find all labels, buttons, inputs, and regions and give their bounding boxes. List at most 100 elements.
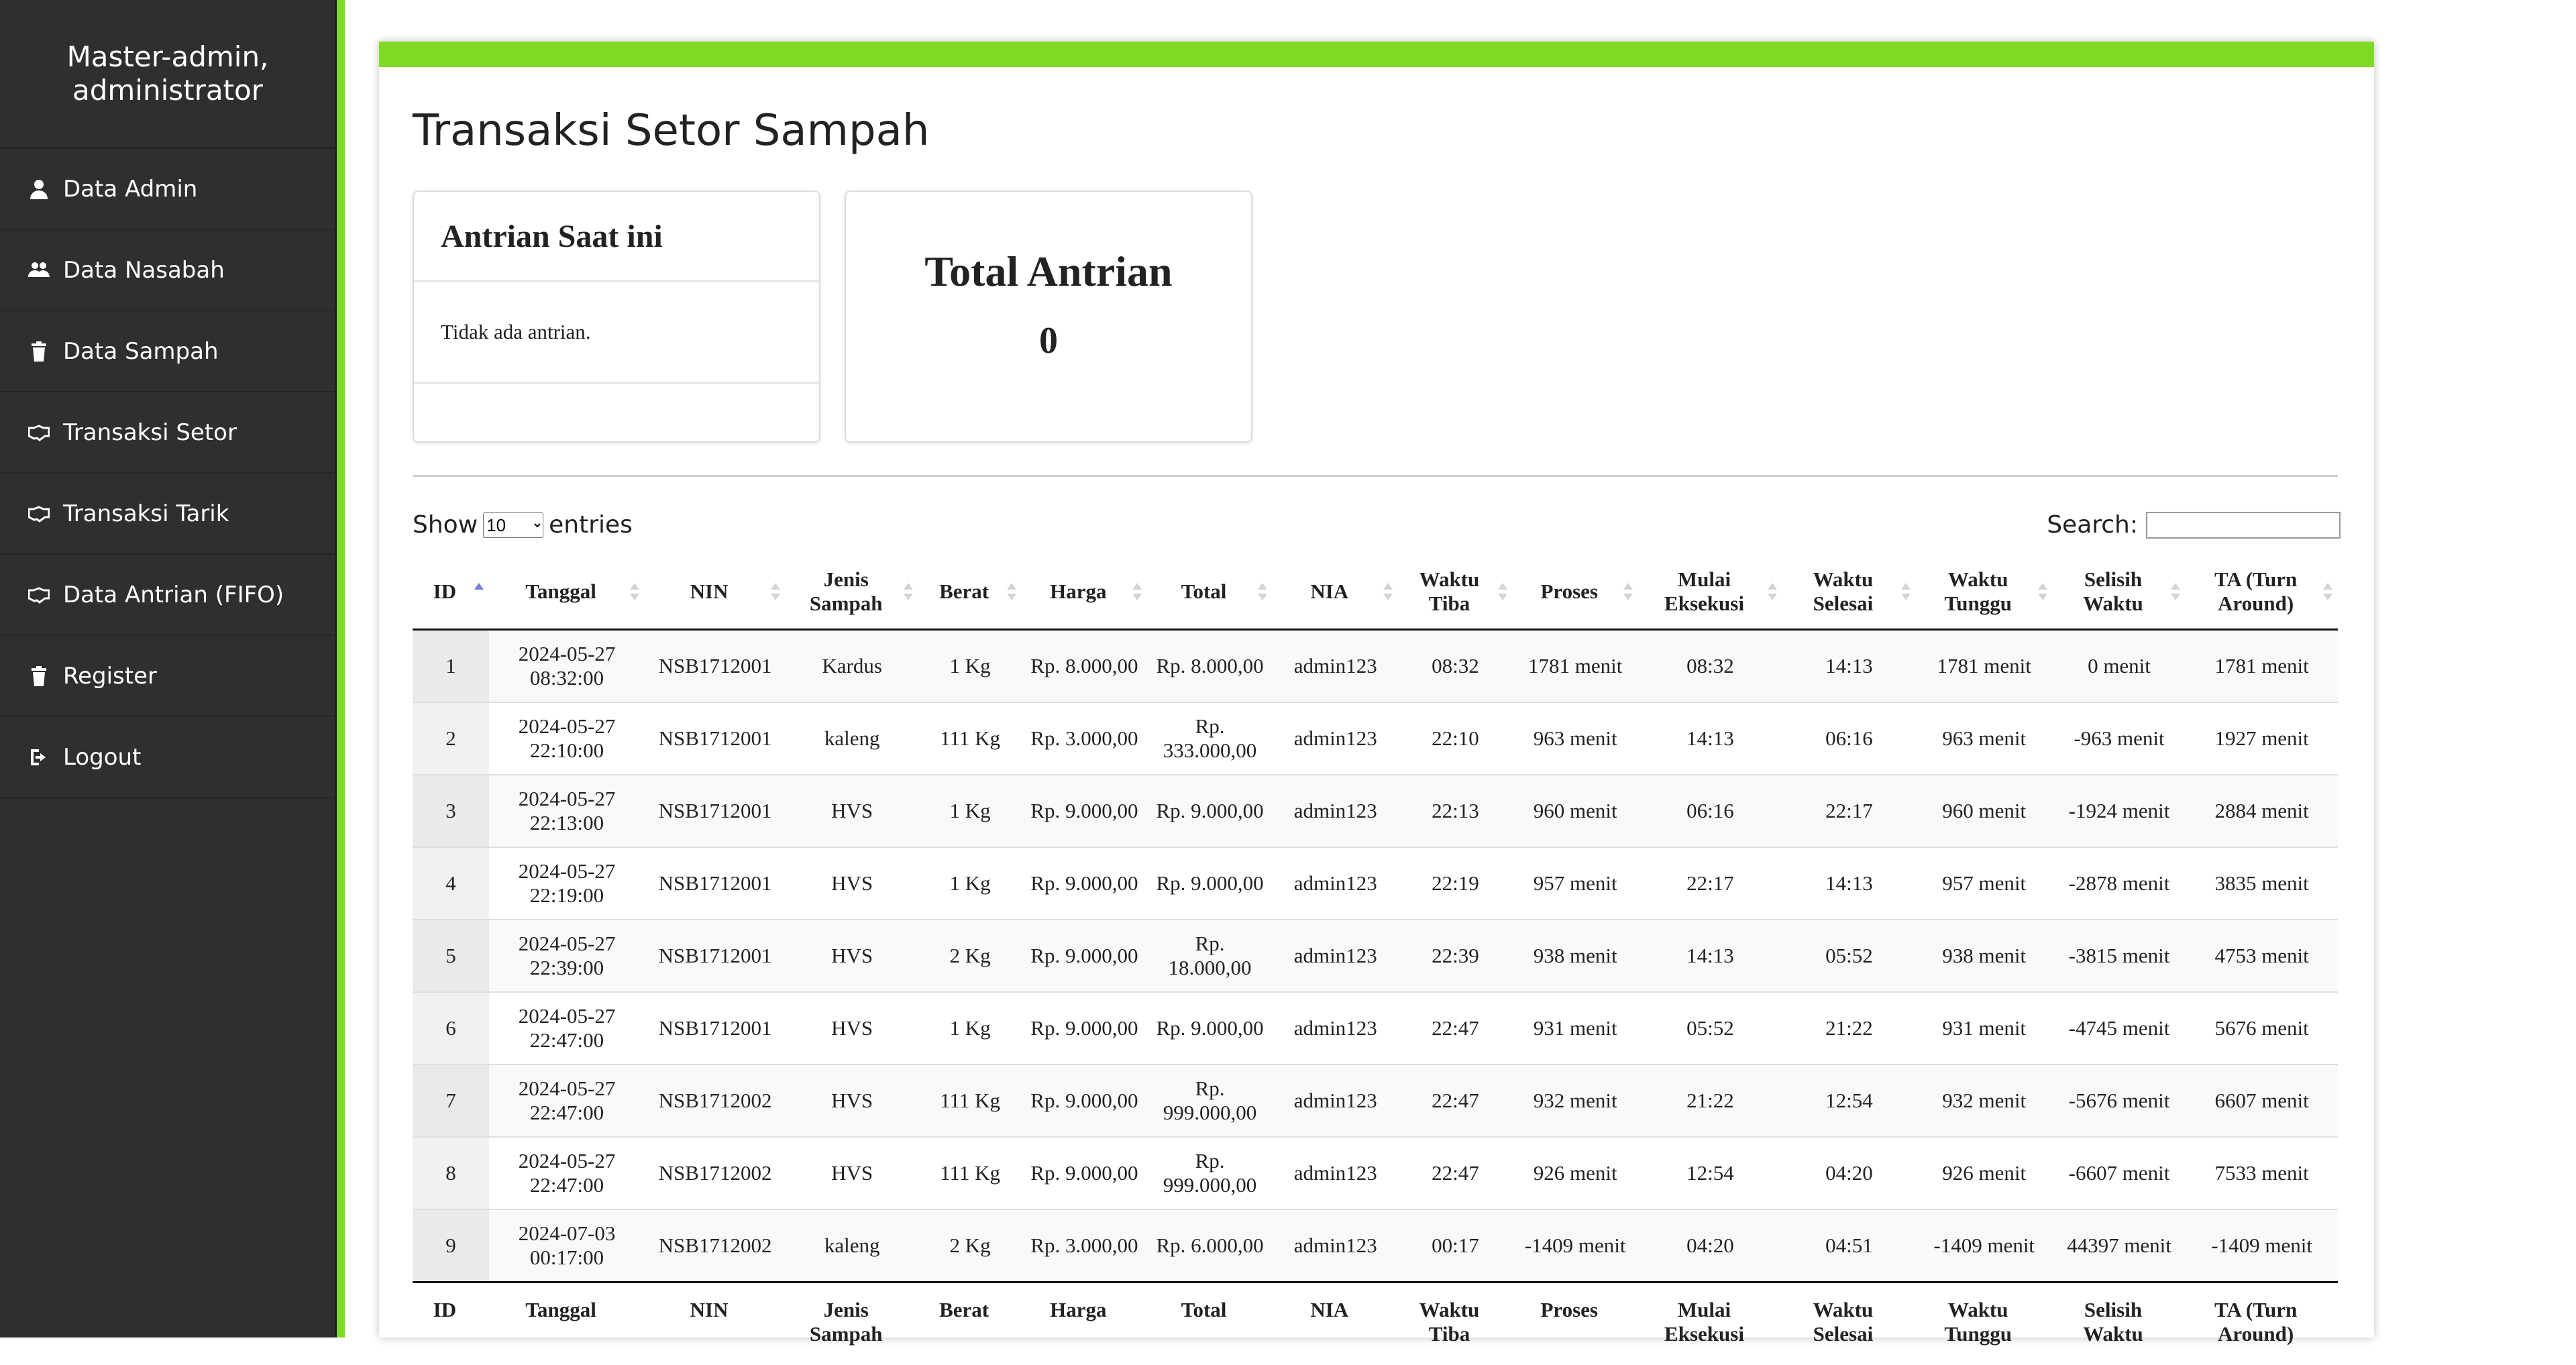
column-header-label: Jenis Sampah <box>810 567 883 615</box>
sidebar-item-logout[interactable]: Logout <box>0 717 335 798</box>
table-cell: 7 <box>413 1064 489 1137</box>
table-row[interactable]: 12024-05-27 08:32:00NSB1712001Kardus1 Kg… <box>413 630 2338 703</box>
column-header-nia[interactable]: NIA <box>1273 555 1398 630</box>
table-cell: NSB1712001 <box>645 992 786 1064</box>
table-footer-row: IDTanggalNINJenis SampahBeratHargaTotalN… <box>413 1282 2338 1365</box>
table-cell: 04:20 <box>1782 1137 1915 1209</box>
column-header-label: NIA <box>1310 1298 1348 1321</box>
column-header-label: ID <box>433 580 456 603</box>
sort-both-icon <box>771 583 780 600</box>
column-header-waktu-selesai[interactable]: Waktu Selesai <box>1782 555 1915 630</box>
column-header-label: Proses <box>1540 580 1598 603</box>
show-entries-control: Show 10 entries <box>413 511 633 539</box>
search-label: Search: <box>2047 511 2138 539</box>
column-header-label: Mulai Eksekusi <box>1664 1298 1744 1346</box>
column-header-waktu-tiba[interactable]: Waktu Tiba <box>1398 555 1512 630</box>
table-cell: 957 menit <box>1916 847 2053 920</box>
column-header-jenis-sampah[interactable]: Jenis Sampah <box>786 555 918 630</box>
column-footer-id: ID <box>413 1282 489 1365</box>
table-cell: Rp. 999.000,00 <box>1147 1137 1273 1209</box>
sidebar-item-label: Data Admin <box>63 176 197 203</box>
table-cell: -4745 menit <box>2053 992 2186 1064</box>
page-size-select[interactable]: 10 <box>483 512 543 538</box>
search-input[interactable] <box>2146 512 2341 539</box>
column-header-label: TA (Turn Around) <box>2214 1298 2297 1346</box>
column-header-label: Waktu Selesai <box>1813 567 1874 615</box>
table-cell: 22:19 <box>1398 847 1512 920</box>
table-cell: HVS <box>786 775 918 847</box>
table-cell: 22:17 <box>1638 847 1782 920</box>
table-cell: -5676 menit <box>2053 1064 2186 1137</box>
table-row[interactable]: 92024-07-03 00:17:00NSB1712002kaleng2 Kg… <box>413 1209 2338 1282</box>
table-cell: 2024-05-27 22:19:00 <box>489 847 645 920</box>
column-footer-nia: NIA <box>1273 1282 1398 1365</box>
sort-both-icon <box>1768 583 1777 600</box>
sidebar-item-data-admin[interactable]: Data Admin <box>0 149 335 230</box>
table-row[interactable]: 72024-05-27 22:47:00NSB1712002HVS111 KgR… <box>413 1064 2338 1137</box>
current-queue-title: Antrian Saat ini <box>414 192 819 282</box>
table-header-row: ID TanggalNIN Jenis Sampah BeratHargaTotal N… <box>413 555 2338 630</box>
column-header-harga[interactable]: Harga <box>1022 555 1147 630</box>
column-header-ta-turn-around[interactable]: TA (Turn Around) <box>2186 555 2338 630</box>
sort-both-icon <box>1383 583 1393 600</box>
sidebar-item-data-sampah[interactable]: Data Sampah <box>0 311 335 392</box>
column-header-mulai-eksekusi[interactable]: Mulai Eksekusi <box>1638 555 1782 630</box>
column-header-berat[interactable]: Berat <box>918 555 1021 630</box>
sidebar-item-transaksi-setor[interactable]: Transaksi Setor <box>0 392 335 474</box>
table-cell: HVS <box>786 1137 918 1209</box>
table-cell: admin123 <box>1273 702 1398 775</box>
column-header-nin[interactable]: NIN <box>645 555 786 630</box>
sort-both-icon <box>1132 583 1142 600</box>
table-row[interactable]: 52024-05-27 22:39:00NSB1712001HVS2 KgRp.… <box>413 920 2338 992</box>
column-header-label: Mulai Eksekusi <box>1664 567 1744 615</box>
sort-both-icon <box>1258 583 1267 600</box>
table-cell: 931 menit <box>1916 992 2053 1064</box>
column-header-id[interactable]: ID <box>413 555 489 630</box>
table-cell: 3835 menit <box>2186 847 2338 920</box>
search-control: Search: <box>2047 511 2341 539</box>
table-cell: 960 menit <box>1916 775 2053 847</box>
sidebar-item-data-antrian-fifo[interactable]: Data Antrian (FIFO) <box>0 555 335 636</box>
divider <box>413 475 2338 477</box>
table-cell: admin123 <box>1273 992 1398 1064</box>
table-cell: 1 Kg <box>918 847 1021 920</box>
table-row[interactable]: 22024-05-27 22:10:00NSB1712001kaleng111 … <box>413 702 2338 775</box>
table-cell: 1781 menit <box>1513 630 1638 703</box>
table-cell: 963 menit <box>1513 702 1638 775</box>
table-row[interactable]: 32024-05-27 22:13:00NSB1712001HVS1 KgRp.… <box>413 775 2338 847</box>
column-header-selisih-waktu[interactable]: Selisih Waktu <box>2053 555 2186 630</box>
table-cell: 111 Kg <box>918 1137 1021 1209</box>
column-header-label: Proses <box>1540 1298 1598 1321</box>
column-header-label: NIA <box>1310 580 1348 603</box>
show-label: Show <box>413 511 478 539</box>
sidebar-item-register[interactable]: Register <box>0 636 335 717</box>
table-row[interactable]: 82024-05-27 22:47:00NSB1712002HVS111 KgR… <box>413 1137 2338 1209</box>
column-header-proses[interactable]: Proses <box>1513 555 1638 630</box>
table-cell: admin123 <box>1273 847 1398 920</box>
table-cell: NSB1712002 <box>645 1209 786 1282</box>
column-header-label: Jenis Sampah <box>810 1298 883 1346</box>
table-body: 12024-05-27 08:32:00NSB1712001Kardus1 Kg… <box>413 630 2338 1282</box>
table-cell: 2024-05-27 22:47:00 <box>489 1137 645 1209</box>
column-footer-waktu-selesai: Waktu Selesai <box>1782 1282 1915 1365</box>
transactions-table: ID TanggalNIN Jenis Sampah BeratHargaTotal N… <box>413 555 2338 1365</box>
sidebar-user-name: Master-admin, administrator <box>0 0 335 149</box>
column-header-total[interactable]: Total <box>1147 555 1273 630</box>
table-cell: Rp. 3.000,00 <box>1022 702 1147 775</box>
sidebar: Master-admin, administrator Data Admin Da… <box>0 0 337 1337</box>
column-header-label: TA (Turn Around) <box>2214 567 2297 615</box>
table-cell: 22:47 <box>1398 992 1512 1064</box>
table-row[interactable]: 62024-05-27 22:47:00NSB1712001HVS1 KgRp.… <box>413 992 2338 1064</box>
table-cell: 04:51 <box>1782 1209 1915 1282</box>
table-cell: admin123 <box>1273 1064 1398 1137</box>
sidebar-item-data-nasabah[interactable]: Data Nasabah <box>0 230 335 311</box>
table-cell: Rp. 9.000,00 <box>1147 992 1273 1064</box>
table-cell: admin123 <box>1273 775 1398 847</box>
table-row[interactable]: 42024-05-27 22:19:00NSB1712001HVS1 KgRp.… <box>413 847 2338 920</box>
column-header-waktu-tunggu[interactable]: Waktu Tunggu <box>1916 555 2053 630</box>
table-cell: kaleng <box>786 702 918 775</box>
table-cell: 06:16 <box>1782 702 1915 775</box>
column-header-tanggal[interactable]: Tanggal <box>489 555 645 630</box>
sort-both-icon <box>2171 583 2180 600</box>
sidebar-item-transaksi-tarik[interactable]: Transaksi Tarik <box>0 474 335 555</box>
